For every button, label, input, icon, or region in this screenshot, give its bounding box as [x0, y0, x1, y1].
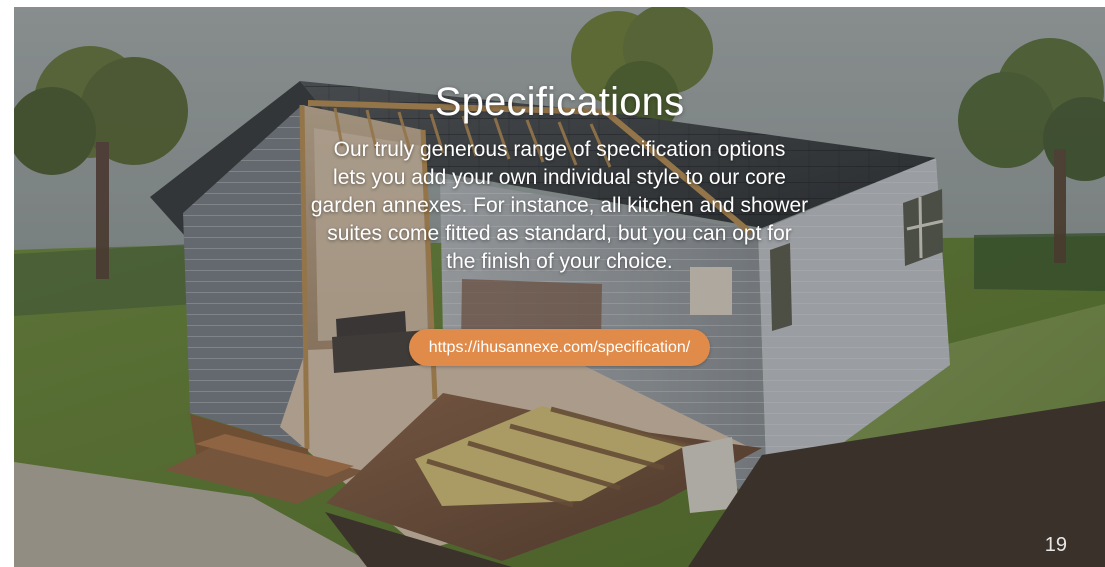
page-number: 19: [1044, 534, 1067, 556]
specification-link-button[interactable]: https://ihusannexe.com/specification/: [408, 329, 711, 366]
description-line-1: Our truly generous range of specificatio…: [333, 138, 786, 161]
description-line-5: the finish of your choice.: [446, 250, 673, 273]
presentation-slide: Specifications Our truly generous range …: [14, 7, 1105, 567]
description-line-3: garden annexes. For instance, all kitche…: [310, 194, 809, 217]
description-line-2: lets you add your own individual style t…: [333, 166, 786, 189]
page-title: Specifications: [434, 80, 685, 124]
specifications-description: Our truly generous range of specificatio…: [235, 136, 885, 276]
description-line-4: suites come fitted as standard, but you …: [327, 222, 792, 245]
slide-content: Specifications Our truly generous range …: [14, 79, 1105, 366]
